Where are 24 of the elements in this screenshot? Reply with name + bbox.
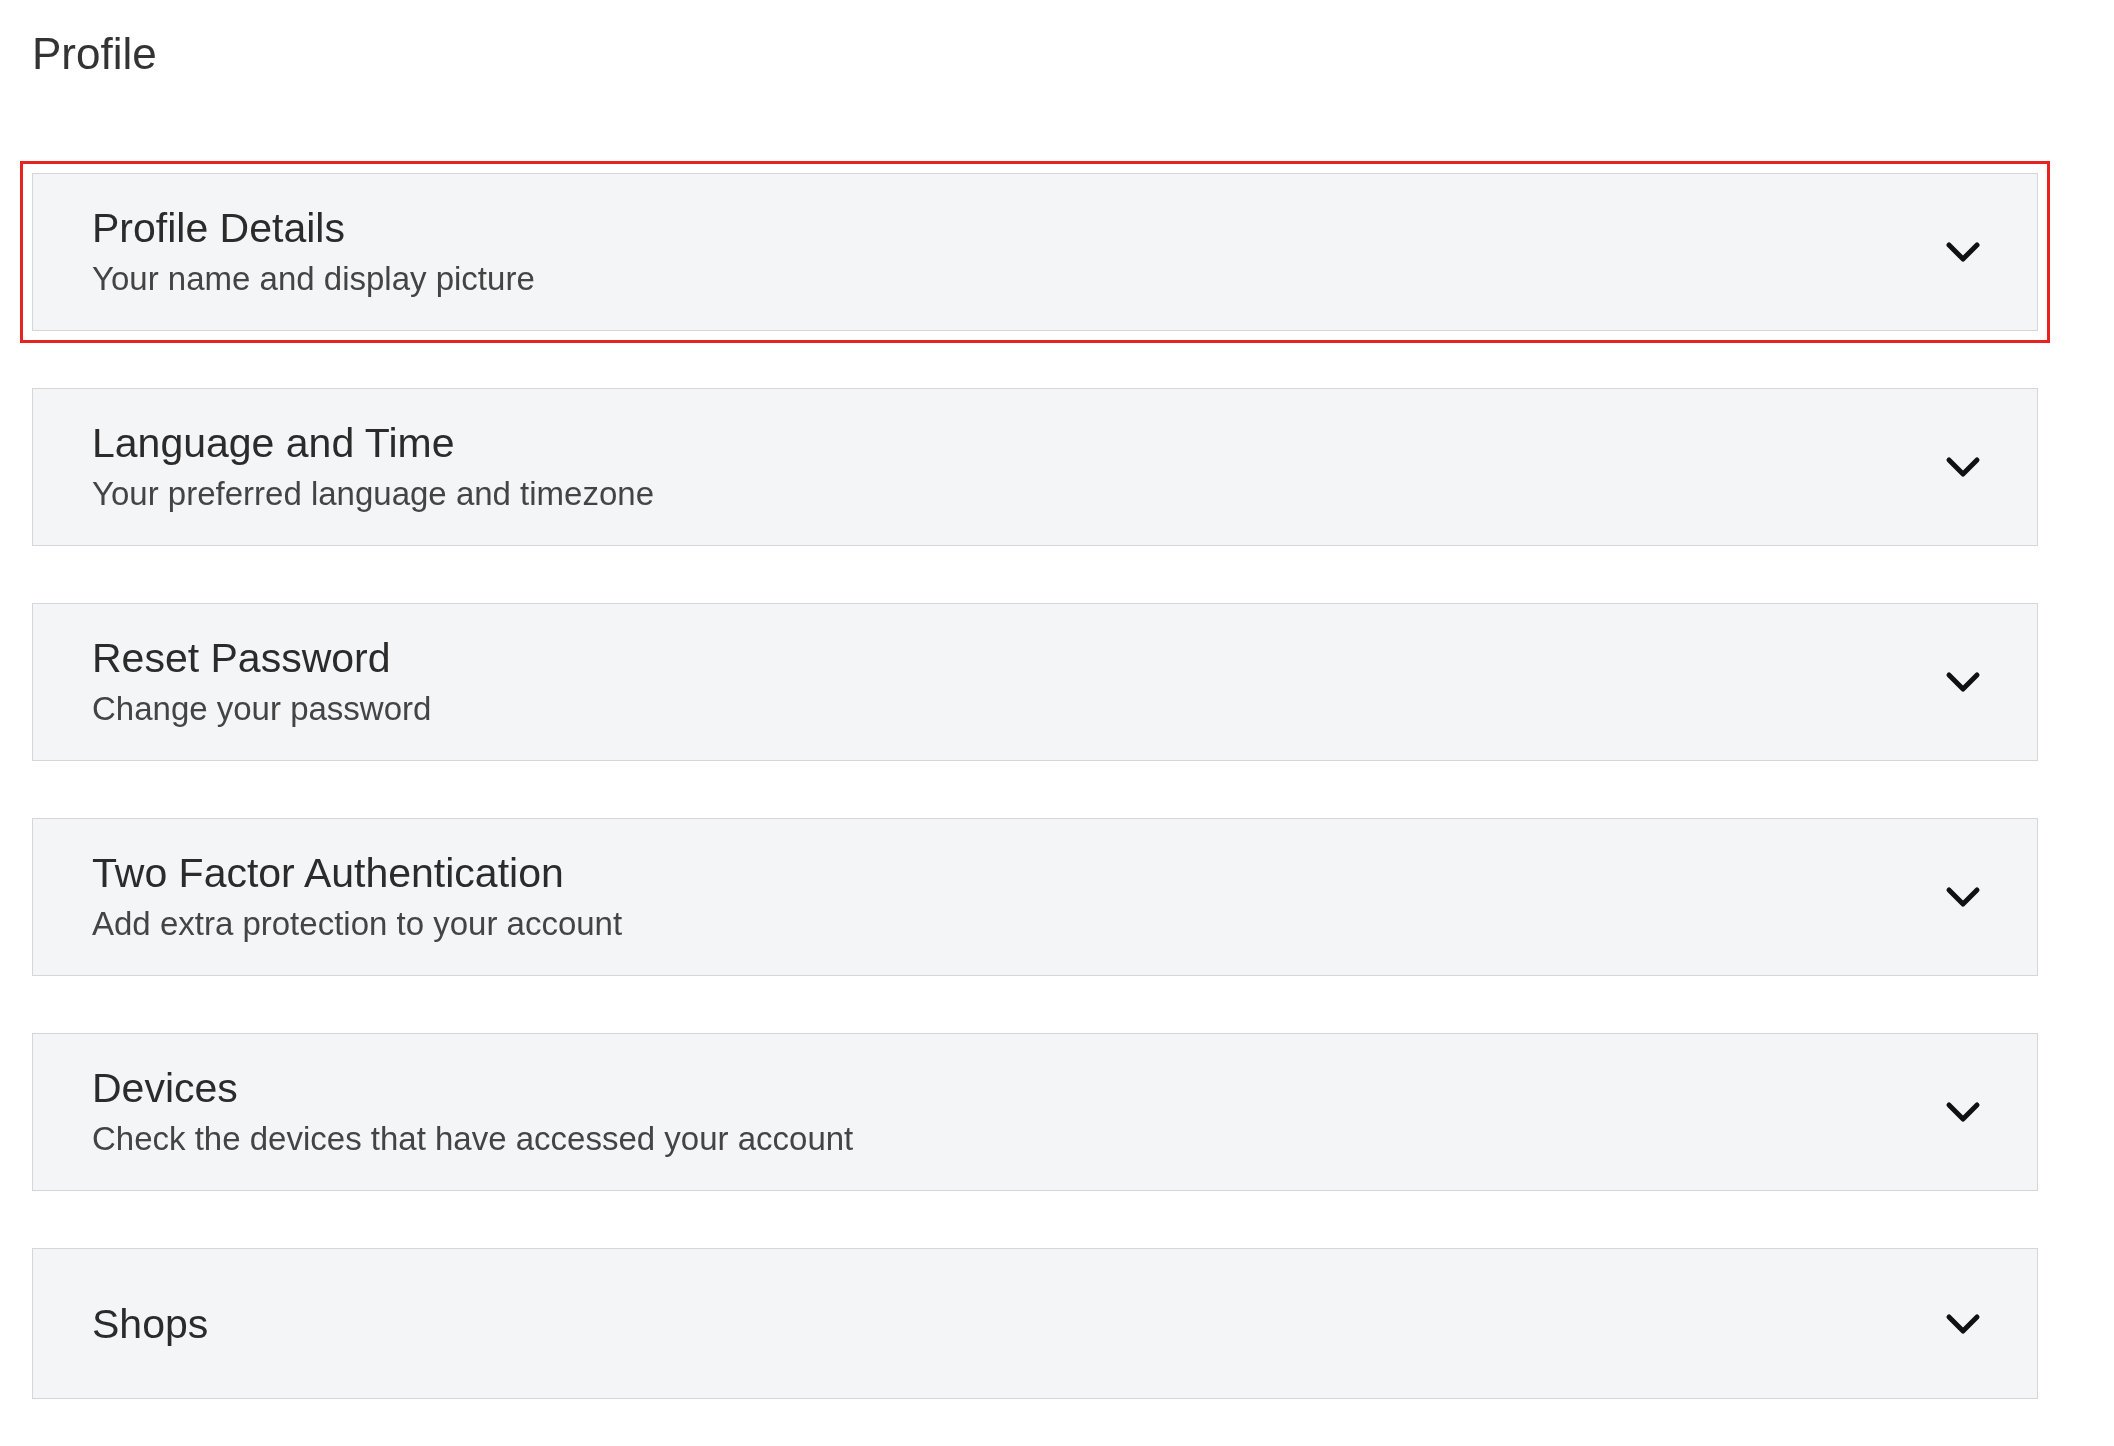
chevron-icon xyxy=(1945,240,1981,264)
section-subtitle: Check the devices that have accessed your account xyxy=(92,1119,854,1159)
accordion-section[interactable]: Reset Password Change your password xyxy=(32,603,2038,761)
accordion-section[interactable]: Language and Time Your preferred language and timezone xyxy=(32,388,2038,546)
chevron-icon xyxy=(1945,1311,1981,1336)
page-title: Profile xyxy=(32,28,158,80)
chevron-icon xyxy=(1945,455,1981,479)
chevron-icon xyxy=(1945,670,1981,694)
section-subtitle: Change your password xyxy=(92,689,432,729)
chevron-icon xyxy=(1945,1100,1981,1124)
accordion-section[interactable]: Profile Details Your name and display picture xyxy=(32,173,2038,331)
section-title: Profile Details xyxy=(92,205,346,251)
accordion-section[interactable]: Shops xyxy=(32,1248,2038,1399)
section-title: Shops xyxy=(92,1300,209,1347)
section-title: Two Factor Authentication xyxy=(92,850,565,896)
section-title: Devices xyxy=(92,1065,239,1111)
accordion-section[interactable]: Two Factor Authentication Add extra protection to your account xyxy=(32,818,2038,976)
section-subtitle: Your name and display picture xyxy=(92,259,535,299)
section-title: Language and Time xyxy=(92,420,456,466)
section-subtitle: Add extra protection to your account xyxy=(92,904,623,944)
accordion-section[interactable]: Devices Check the devices that have accessed your account xyxy=(32,1033,2038,1191)
section-title: Reset Password xyxy=(92,635,392,681)
section-subtitle: Your preferred language and timezone xyxy=(92,474,654,514)
chevron-icon xyxy=(1945,885,1981,909)
